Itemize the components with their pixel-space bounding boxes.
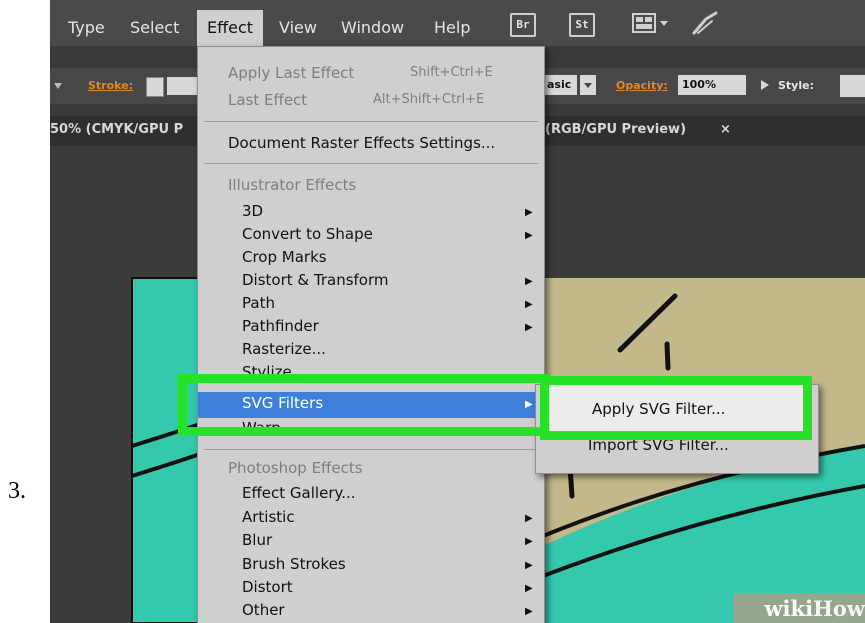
bridge-icon[interactable]: Br (510, 13, 536, 37)
submenu-arrow-icon: ▶ (525, 276, 533, 287)
highlight-box-svg-filters (178, 374, 550, 436)
menu-effect[interactable]: Effect (197, 10, 264, 46)
stock-icon[interactable]: St (569, 13, 595, 37)
gpu-performance-icon[interactable] (690, 11, 720, 41)
menu-item-apply-last-effect[interactable]: Apply Last Effect (228, 64, 354, 82)
menu-item-other[interactable]: Other (242, 601, 285, 619)
menu-item-document-raster-settings[interactable]: Document Raster Effects Settings... (228, 134, 495, 152)
menu-item-last-effect[interactable]: Last Effect (228, 91, 307, 109)
menu-item-brush-strokes[interactable]: Brush Strokes (242, 555, 346, 573)
opacity-label[interactable]: Opacity: (616, 79, 668, 92)
dropdown-arrow-icon[interactable] (52, 80, 64, 92)
menu-item-effect-gallery[interactable]: Effect Gallery... (242, 484, 356, 502)
submenu-arrow-icon: ▶ (525, 299, 533, 310)
menu-item-blur[interactable]: Blur (242, 531, 272, 549)
menu-type[interactable]: Type (68, 18, 105, 37)
arrange-documents-icon[interactable] (632, 13, 672, 39)
stroke-weight-field[interactable] (167, 77, 197, 95)
menu-help[interactable]: Help (434, 18, 470, 37)
shortcut-last-effect: Alt+Shift+Ctrl+E (373, 92, 485, 107)
menu-separator (204, 163, 538, 164)
menu-item-pathfinder[interactable]: Pathfinder (242, 317, 319, 335)
menu-item-path[interactable]: Path (242, 294, 275, 312)
step-number: 3. (8, 478, 26, 504)
tab-document-2[interactable]: (RGB/GPU Preview) (545, 122, 686, 137)
illustrator-effects-header: Illustrator Effects (228, 176, 357, 194)
tab-document-1[interactable]: 50% (CMYK/GPU P (50, 122, 183, 137)
opacity-arrow-icon[interactable] (760, 79, 770, 91)
highlight-box-apply-svg-filter: Apply SVG Filter... (540, 376, 812, 440)
submenu-arrow-icon: ▶ (525, 536, 533, 547)
submenu-arrow-icon: ▶ (525, 583, 533, 594)
menu-item-convert-to-shape[interactable]: Convert to Shape (242, 225, 373, 243)
shortcut-apply-last-effect: Shift+Ctrl+E (410, 65, 493, 80)
menu-item-distort[interactable]: Distort (242, 578, 293, 596)
brush-style-dropdown[interactable] (580, 75, 596, 95)
style-label: Style: (778, 79, 814, 92)
photoshop-effects-header: Photoshop Effects (228, 459, 363, 477)
menu-separator (204, 121, 538, 122)
stroke-label[interactable]: Stroke: (88, 79, 133, 92)
brush-style-field[interactable]: asic (545, 75, 577, 95)
tab-close-icon[interactable]: × (720, 122, 731, 137)
menu-window[interactable]: Window (341, 18, 404, 37)
wikihow-watermark: wikiHow (764, 596, 865, 621)
effect-menu: Apply Last Effect Shift+Ctrl+E Last Effe… (197, 46, 545, 623)
menu-bar: Type Select Effect View Window Help Br S… (50, 0, 865, 46)
menu-view[interactable]: View (279, 18, 317, 37)
submenu-arrow-icon: ▶ (525, 230, 533, 241)
menu-item-artistic[interactable]: Artistic (242, 508, 295, 526)
submenu-arrow-icon: ▶ (525, 513, 533, 524)
menu-item-distort-transform[interactable]: Distort & Transform (242, 271, 388, 289)
submenu-arrow-icon: ▶ (525, 560, 533, 571)
menu-item-3d[interactable]: 3D (242, 202, 263, 220)
menu-item-crop-marks[interactable]: Crop Marks (242, 248, 327, 266)
apply-svg-filter-label[interactable]: Apply SVG Filter... (592, 400, 725, 418)
menu-select[interactable]: Select (130, 18, 179, 37)
graphic-style-swatch[interactable] (840, 75, 865, 97)
menu-item-rasterize[interactable]: Rasterize... (242, 340, 326, 358)
submenu-arrow-icon: ▶ (525, 322, 533, 333)
submenu-arrow-icon: ▶ (525, 207, 533, 218)
illustrator-screenshot: Type Select Effect View Window Help Br S… (50, 0, 865, 623)
stroke-stepper[interactable] (146, 77, 164, 97)
menu-separator (204, 449, 538, 450)
opacity-field[interactable]: 100% (678, 75, 746, 95)
submenu-arrow-icon: ▶ (525, 606, 533, 617)
